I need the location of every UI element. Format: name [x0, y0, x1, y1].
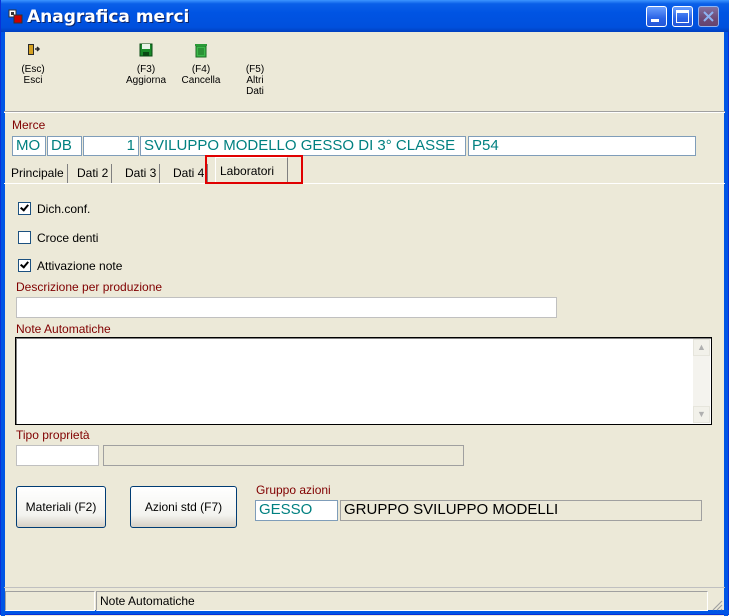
materiali-button[interactable]: Materiali (F2): [16, 486, 106, 528]
window-title: Anagrafica merci: [27, 7, 190, 27]
tab-dati-4[interactable]: Dati 4: [170, 164, 209, 184]
minimize-icon: [651, 19, 659, 22]
dich-conf-check-box[interactable]: [18, 202, 31, 215]
merce-field-3[interactable]: 1: [83, 136, 139, 156]
altri-key: (F5): [245, 64, 265, 75]
chevron-down-icon: ▼: [697, 409, 706, 419]
merce-field-1[interactable]: MO: [12, 136, 46, 156]
resize-grip-icon[interactable]: [711, 599, 723, 611]
esci-key: (Esc): [21, 64, 45, 75]
aggiorna-tool-button[interactable]: (F3) Aggiorna: [120, 42, 172, 86]
dich-conf-label: Dich.conf.: [37, 202, 91, 216]
attivazione-note-check-box[interactable]: [18, 259, 31, 272]
esci-label: Esci: [23, 75, 43, 86]
save-disk-icon: [139, 43, 153, 57]
title-bar[interactable]: Anagrafica merci: [1, 0, 729, 32]
attivazione-note-label: Attivazione note: [37, 259, 123, 273]
status-bar: Note Automatiche: [4, 587, 725, 613]
altri-dati-tool-button[interactable]: (F5) Altri Dati: [240, 64, 270, 97]
tab-strip-line: [4, 183, 725, 184]
aggiorna-key: (F3): [136, 64, 156, 75]
aggiorna-label: Aggiorna: [125, 75, 167, 86]
tab-highlight-box: [205, 155, 303, 184]
merce-label: Merce: [12, 118, 46, 132]
cancella-key: (F4): [191, 64, 211, 75]
descrizione-input[interactable]: [16, 297, 557, 318]
status-pane-2: Note Automatiche: [96, 591, 708, 611]
azioni-std-button[interactable]: Azioni std (F7): [130, 486, 237, 528]
dich-conf-checkbox[interactable]: Dich.conf.: [18, 202, 90, 216]
gruppo-azioni-label: Gruppo azioni: [256, 483, 331, 497]
cancella-tool-button[interactable]: (F4) Cancella: [178, 42, 224, 86]
gruppo-azioni-description: GRUPPO SVILUPPO MODELLI: [340, 500, 702, 521]
note-scrollbar[interactable]: ▲ ▼: [693, 339, 710, 423]
merce-code-field[interactable]: P54: [468, 136, 696, 156]
esci-tool-button[interactable]: (Esc) Esci: [16, 42, 50, 86]
close-button[interactable]: [698, 6, 719, 27]
trash-bin-icon: [195, 44, 207, 58]
dati-label: Dati: [246, 86, 264, 97]
tab-dati-3[interactable]: Dati 3: [122, 164, 161, 184]
maximize-icon: [676, 10, 689, 23]
tab-dati-2-label: Dati 2: [77, 166, 109, 180]
tab-dati-2[interactable]: Dati 2: [74, 164, 113, 184]
status-pane-1: [5, 591, 95, 611]
close-icon: [703, 11, 714, 22]
maximize-button[interactable]: [672, 6, 693, 27]
descrizione-label: Descrizione per produzione: [16, 280, 163, 294]
croce-denti-checkbox[interactable]: Croce denti: [18, 231, 98, 245]
cancella-label: Cancella: [181, 75, 221, 86]
scroll-down-button[interactable]: ▼: [693, 406, 710, 423]
tipo-proprieta-description: [103, 445, 464, 466]
minimize-button[interactable]: [646, 6, 667, 27]
altri-label: Altri: [246, 75, 264, 86]
tab-dati-4-label: Dati 4: [173, 166, 205, 180]
note-memo[interactable]: ▲ ▼: [15, 337, 712, 425]
merce-description-field[interactable]: SVILUPPO MODELLO GESSO DI 3° CLASSE: [140, 136, 466, 156]
gruppo-azioni-code-field[interactable]: GESSO: [255, 500, 338, 521]
attivazione-note-checkbox[interactable]: Attivazione note: [18, 259, 122, 273]
croce-denti-label: Croce denti: [37, 231, 99, 245]
tipo-proprieta-code-input[interactable]: [16, 445, 99, 466]
chevron-up-icon: ▲: [697, 342, 706, 352]
merce-field-2[interactable]: DB: [47, 136, 82, 156]
note-label: Note Automatiche: [16, 322, 111, 336]
tab-dati-3-label: Dati 3: [125, 166, 157, 180]
croce-denti-check-box[interactable]: [18, 231, 31, 244]
toolbar-separator: [4, 111, 725, 113]
exit-door-icon: [28, 44, 41, 55]
app-icon: [8, 9, 23, 24]
tipo-proprieta-label: Tipo proprietà: [16, 428, 90, 442]
tab-principale[interactable]: Principale: [8, 164, 68, 184]
scroll-up-button[interactable]: ▲: [693, 339, 710, 356]
